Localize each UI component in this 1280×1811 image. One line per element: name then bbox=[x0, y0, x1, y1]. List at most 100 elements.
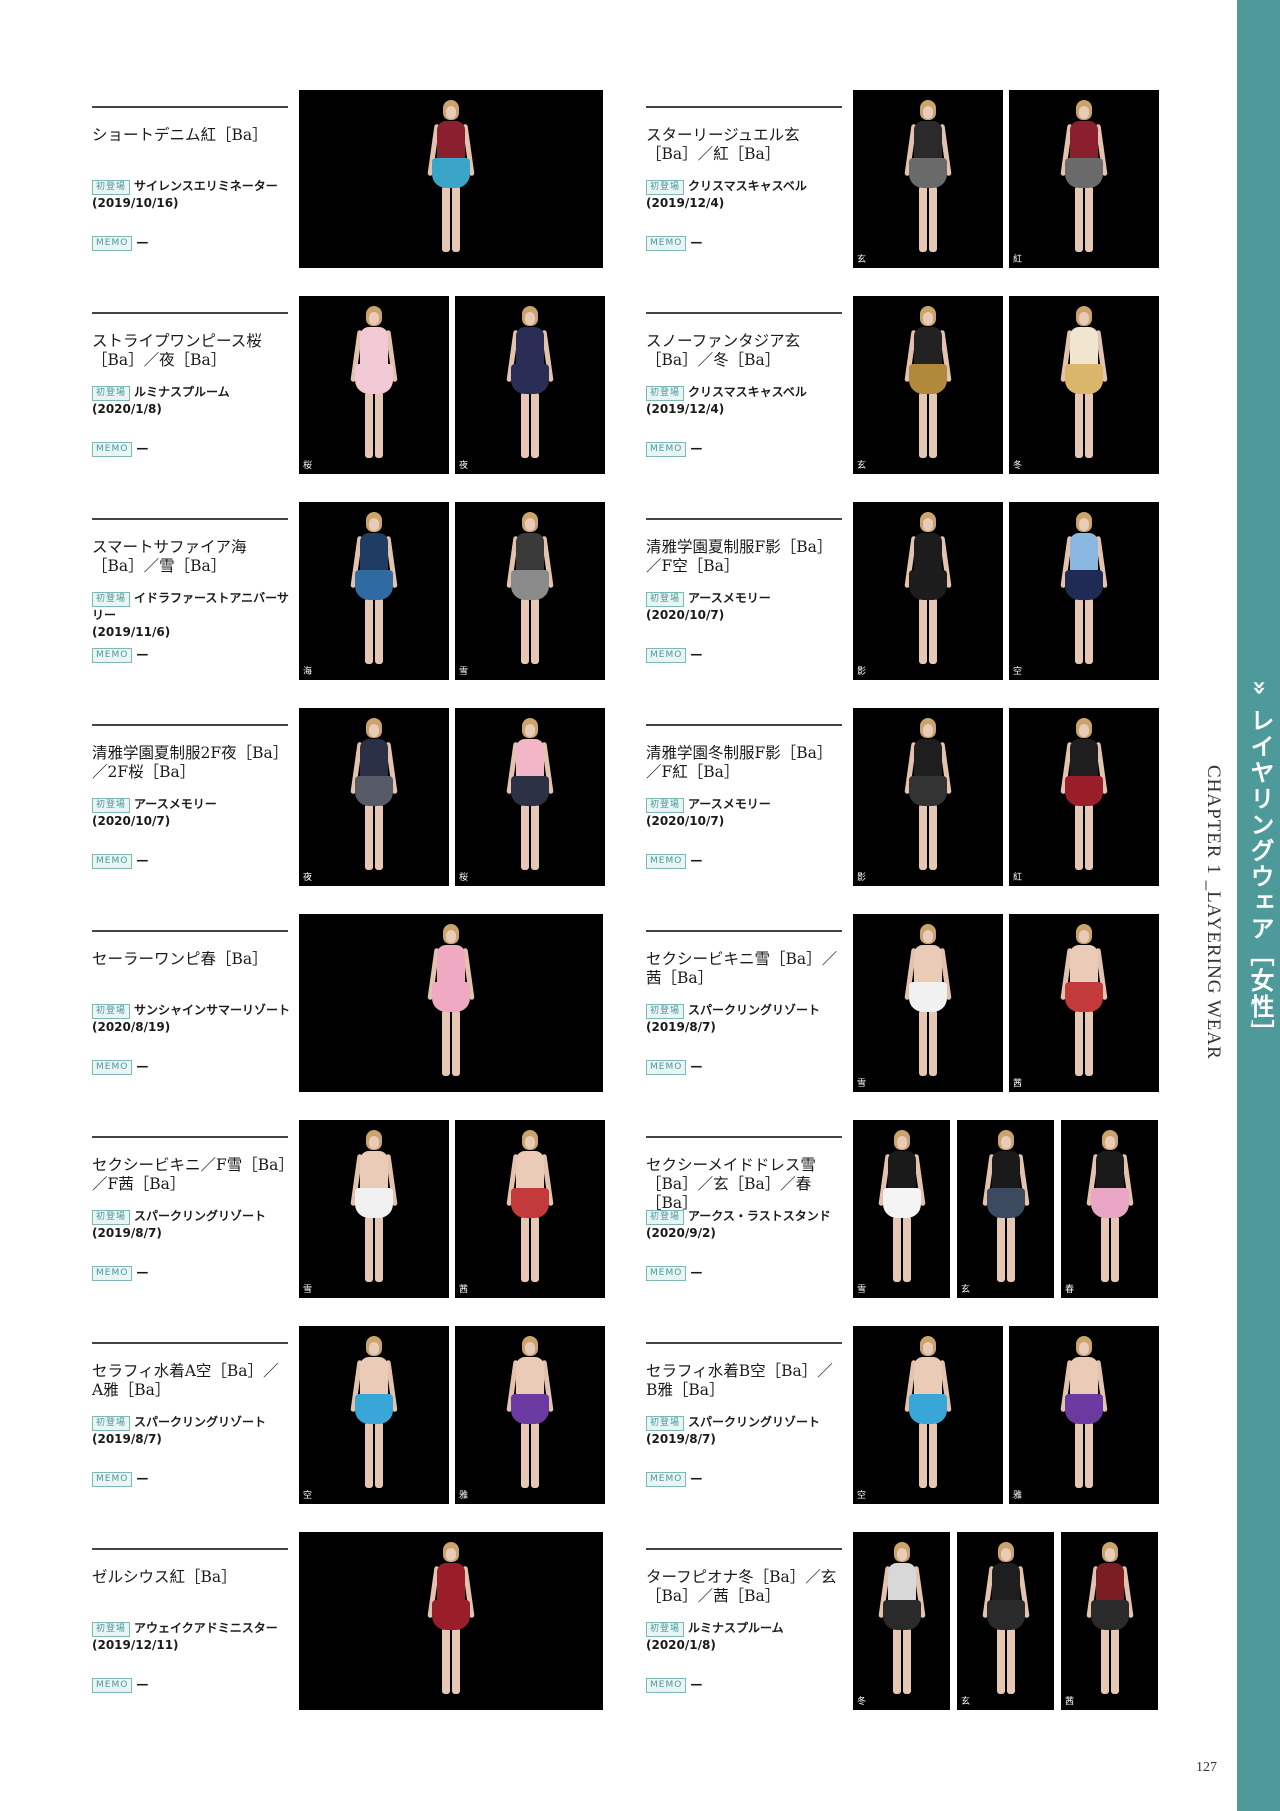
figure-leg-l bbox=[1075, 186, 1083, 252]
figure-leg-r bbox=[1085, 1010, 1093, 1076]
figure-skirt bbox=[355, 1394, 393, 1424]
catalog-item: セクシーメイドドレス雪［Ba］／玄［Ba］／春［Ba］ 初登場 アークス・ラストスタ… bbox=[646, 1120, 1161, 1298]
figure-leg-r bbox=[902, 1628, 911, 1694]
figure-leg-r bbox=[1110, 1628, 1119, 1694]
catalog-item: ストライプワンピース桜［Ba］／夜［Ba］ 初登場 ルミナスプルーム (2020/1/… bbox=[92, 296, 607, 474]
figure-leg-r bbox=[929, 598, 937, 664]
figure-leg-r bbox=[1110, 1216, 1119, 1282]
figure-leg-r bbox=[375, 392, 383, 458]
memo-value: — bbox=[136, 1677, 149, 1691]
character-figure bbox=[423, 1542, 479, 1700]
item-rule bbox=[92, 1136, 288, 1138]
figure-face bbox=[369, 312, 379, 325]
character-figure bbox=[874, 1130, 930, 1288]
figure-leg-r bbox=[1085, 1422, 1093, 1488]
item-rule bbox=[646, 312, 842, 314]
memo-badge: MEMO bbox=[92, 854, 133, 869]
memo-badge: MEMO bbox=[92, 1472, 133, 1487]
item-rule bbox=[92, 106, 288, 108]
variant-image: 雪 bbox=[853, 914, 1003, 1092]
memo-row: MEMO — bbox=[92, 441, 148, 457]
figure-leg-r bbox=[531, 392, 539, 458]
memo-row: MEMO — bbox=[92, 235, 148, 251]
figure-skirt bbox=[909, 982, 947, 1012]
item-rule bbox=[92, 312, 288, 314]
memo-badge: MEMO bbox=[92, 1266, 133, 1281]
figure-leg-l bbox=[919, 392, 927, 458]
variant-image: 雪 bbox=[299, 1120, 449, 1298]
character-figure bbox=[1056, 100, 1112, 258]
variant-image: 桜 bbox=[455, 708, 605, 886]
memo-badge: MEMO bbox=[646, 648, 687, 663]
character-figure bbox=[900, 924, 956, 1082]
item-images: 冬玄茜 bbox=[853, 1532, 1159, 1710]
figure-skirt bbox=[511, 570, 549, 600]
debut-badge: 初登場 bbox=[92, 1416, 131, 1431]
debut-date: (2019/10/16) bbox=[92, 196, 179, 210]
memo-row: MEMO — bbox=[646, 1471, 702, 1487]
item-name: ストライプワンピース桜［Ba］／夜［Ba］ bbox=[92, 332, 262, 369]
figure-leg-l bbox=[892, 1216, 901, 1282]
variant-label: 玄 bbox=[857, 461, 867, 471]
figure-leg-r bbox=[531, 598, 539, 664]
variant-label: 影 bbox=[857, 873, 867, 883]
variant-label: 茜 bbox=[1065, 1697, 1075, 1707]
item-rule bbox=[646, 1548, 842, 1550]
debut-event: アースメモリー bbox=[134, 797, 217, 811]
debut-date: (2020/8/19) bbox=[92, 1020, 171, 1034]
item-rule bbox=[646, 724, 842, 726]
figure-face bbox=[1079, 106, 1089, 119]
figure-skirt bbox=[882, 1188, 921, 1218]
figure-leg-r bbox=[1085, 598, 1093, 664]
memo-row: MEMO — bbox=[646, 1677, 702, 1693]
figure-skirt bbox=[511, 776, 549, 806]
debut-badge: 初登場 bbox=[92, 592, 131, 607]
sub-nav-link[interactable]: » レイヤリングウェア［男性］ bbox=[1237, 960, 1257, 1155]
memo-value: — bbox=[136, 235, 149, 249]
character-figure bbox=[900, 718, 956, 876]
debut-event: ルミナスプルーム bbox=[134, 385, 230, 399]
figure-leg-l bbox=[521, 392, 529, 458]
item-rule bbox=[92, 518, 288, 520]
figure-leg-l bbox=[919, 1010, 927, 1076]
item-images: 空雅 bbox=[299, 1326, 605, 1504]
item-images bbox=[299, 914, 605, 1092]
debut-info: 初登場 サンシャインサマーリゾート (2020/8/19) bbox=[92, 1002, 292, 1036]
debut-badge: 初登場 bbox=[646, 592, 685, 607]
item-rule bbox=[92, 724, 288, 726]
variant-image: 空 bbox=[1009, 502, 1159, 680]
catalog-page: ショートデニム紅［Ba］ 初登場 サイレンスエリミネーター (2019/10/16) M… bbox=[0, 0, 1280, 1811]
item-images: 玄冬 bbox=[853, 296, 1159, 474]
memo-row: MEMO — bbox=[646, 1265, 702, 1281]
variant-label: 冬 bbox=[857, 1697, 867, 1707]
figure-leg-r bbox=[929, 1422, 937, 1488]
character-figure bbox=[346, 1336, 402, 1494]
item-name: セラフィ水着A空［Ba］／A雅［Ba］ bbox=[92, 1362, 279, 1399]
memo-row: MEMO — bbox=[92, 1471, 148, 1487]
variant-image: 海 bbox=[299, 502, 449, 680]
figure-face bbox=[1000, 1136, 1011, 1149]
figure-leg-r bbox=[452, 1628, 460, 1694]
figure-leg-r bbox=[452, 186, 460, 252]
figure-face bbox=[525, 724, 535, 737]
debut-event: アースメモリー bbox=[688, 797, 771, 811]
figure-skirt bbox=[511, 1188, 549, 1218]
figure-leg-r bbox=[1006, 1216, 1015, 1282]
variant-label: 春 bbox=[1065, 1285, 1075, 1295]
catalog-item: スノーファンタジア玄［Ba］／冬［Ba］ 初登場 クリスマスキャスベル (2019/1… bbox=[646, 296, 1161, 474]
character-figure bbox=[423, 924, 479, 1082]
figure-skirt bbox=[511, 364, 549, 394]
item-name: セクシーメイドドレス雪［Ba］／玄［Ba］／春［Ba］ bbox=[646, 1156, 816, 1212]
figure-skirt bbox=[986, 1188, 1025, 1218]
figure-leg-r bbox=[929, 1010, 937, 1076]
catalog-item: 清雅学園夏制服F影［Ba］／F空［Ba］ 初登場 アースメモリー (2020/10/7… bbox=[646, 502, 1161, 680]
variant-label: 空 bbox=[1013, 667, 1023, 677]
memo-value: — bbox=[136, 853, 149, 867]
variant-image: 空 bbox=[299, 1326, 449, 1504]
figure-face bbox=[369, 724, 379, 737]
figure-face bbox=[1079, 312, 1089, 325]
figure-leg-r bbox=[452, 1010, 460, 1076]
figure-leg-l bbox=[521, 1216, 529, 1282]
catalog-item: ゼルシウス紅［Ba］ 初登場 アウェイクアドミニスター (2019/12/11) MEM… bbox=[92, 1532, 607, 1710]
figure-face bbox=[369, 1342, 379, 1355]
